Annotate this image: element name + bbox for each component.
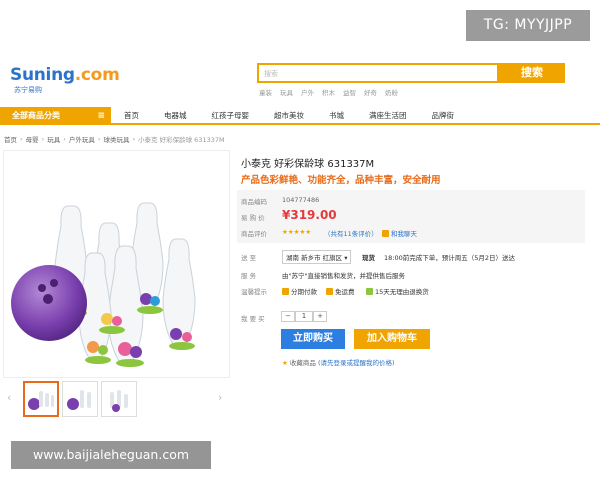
main-nav: 全部商品分类 ≡ 首页 电器城 红孩子母婴 超市美妆 书城 满座生活团 品牌街: [0, 107, 600, 125]
logo-text-orange: .com: [74, 65, 120, 85]
logo-subtitle: 苏宁易购: [14, 86, 42, 94]
code-label: 商品编码: [241, 198, 267, 206]
breadcrumb-item[interactable]: 户外玩具: [69, 134, 95, 144]
review-label: 商品评价: [241, 230, 267, 238]
tg-badge: TG: MYYJJPP: [466, 10, 590, 41]
free-shipping-icon: [326, 288, 333, 295]
menu-icon: ≡: [97, 111, 105, 121]
breadcrumb-item[interactable]: 母婴: [26, 134, 39, 144]
returns-icon: [366, 288, 373, 295]
breadcrumb-item[interactable]: 玩具: [47, 134, 60, 144]
hot-word[interactable]: 积木: [322, 87, 335, 97]
quantity-plus-button[interactable]: +: [313, 311, 327, 322]
search-input[interactable]: 搜索: [257, 63, 499, 83]
buy-now-button[interactable]: 立即购买: [281, 329, 345, 349]
price-label: 易 购 价: [241, 214, 265, 222]
tip-returns-label: 15天无理由退换货: [375, 288, 429, 296]
hot-word[interactable]: 户外: [301, 87, 314, 97]
nav-item-home[interactable]: 首页: [124, 107, 139, 125]
tip-installment-label: 分期付款: [291, 288, 317, 296]
thumbnail[interactable]: [101, 381, 137, 417]
quantity-stepper: − 1 +: [281, 311, 327, 322]
service-label: 服 务: [241, 272, 257, 280]
rating-stars: ★★★★★: [282, 228, 312, 236]
thumbnail[interactable]: [23, 381, 59, 417]
hot-words: 童装 玩具 户外 积木 益智 好奇 奶粉: [259, 87, 398, 97]
star-icon: ★: [282, 359, 288, 367]
hot-word[interactable]: 童装: [259, 87, 272, 97]
hot-word[interactable]: 玩具: [280, 87, 293, 97]
tip-free-shipping-label: 免运费: [335, 288, 355, 296]
hot-word[interactable]: 奶粉: [385, 87, 398, 97]
product-price: ¥319.00: [282, 208, 337, 222]
stock-status: 现货: [362, 254, 375, 262]
tip-returns: 15天无理由退换货: [366, 286, 429, 296]
tips-label: 温馨提示: [241, 288, 267, 296]
service-text: 由"苏宁"直接销售和发货，并提供售后服务: [282, 272, 405, 280]
tip-installment: 分期付款: [282, 286, 317, 296]
hot-word[interactable]: 益智: [343, 87, 356, 97]
nav-item-books[interactable]: 书城: [329, 107, 344, 125]
quantity-input[interactable]: 1: [295, 311, 313, 322]
region-select[interactable]: 湖南 新乡市 红旗区 ▾: [282, 250, 352, 264]
product-main-image[interactable]: [3, 150, 230, 378]
review-count-link[interactable]: （共有11条评价）: [324, 228, 378, 238]
all-categories-button[interactable]: 全部商品分类 ≡: [0, 107, 111, 125]
thumbnail[interactable]: [62, 381, 98, 417]
thumb-prev-arrow-icon[interactable]: ‹: [7, 391, 11, 404]
suning-logo[interactable]: Suning.com 苏宁易购: [10, 65, 120, 95]
delivery-note: 18:00前完成下单，预计周五（5月2日）送达: [384, 254, 516, 262]
favorite-note-link[interactable]: (请先登录或提醒我的价格): [318, 359, 395, 367]
tip-free-shipping: 免运费: [326, 286, 355, 296]
add-to-cart-button[interactable]: 加入购物车: [354, 329, 430, 349]
nav-item-baby[interactable]: 红孩子母婴: [212, 107, 250, 125]
hot-word[interactable]: 好奇: [364, 87, 377, 97]
nav-item-brands[interactable]: 品牌街: [432, 107, 455, 125]
installment-icon: [282, 288, 289, 295]
chat-link[interactable]: 和我聊天: [382, 228, 417, 238]
quantity-minus-button[interactable]: −: [281, 311, 295, 322]
favorite-button[interactable]: 收藏商品: [290, 359, 316, 367]
favorite-row: ★ 收藏商品 (请先登录或提醒我的价格): [282, 357, 395, 367]
product-promo: 产品色彩鲜艳、功能齐全，品种丰富，安全耐用: [241, 175, 441, 186]
watermark: www.baijialeheguan.com: [11, 441, 211, 469]
thumb-next-arrow-icon[interactable]: ›: [218, 391, 222, 404]
breadcrumb-item[interactable]: 首页: [4, 134, 17, 144]
breadcrumb-item[interactable]: 球类玩具: [103, 134, 129, 144]
breadcrumb-current: 小泰克 好彩保龄球 631337M: [138, 136, 225, 144]
product-code: 104777486: [282, 196, 320, 204]
nav-item-supermarket[interactable]: 超市美妆: [274, 107, 304, 125]
thumbnail-strip: ‹ ›: [3, 379, 230, 419]
chat-label: 和我聊天: [391, 230, 417, 238]
nav-item-group-buy[interactable]: 满座生活团: [369, 107, 407, 125]
search-button[interactable]: 搜索: [499, 63, 565, 83]
chat-icon: [382, 230, 389, 237]
product-title: 小泰克 好彩保龄球 631337M: [241, 159, 375, 170]
logo-text-blue: Suning: [10, 65, 75, 85]
delivery-label: 送 至: [241, 254, 257, 262]
quantity-label: 我 要 买: [241, 315, 265, 323]
nav-item-electronics[interactable]: 电器城: [164, 107, 187, 125]
breadcrumb: 首页 › 母婴 › 玩具 › 户外玩具 › 球类玩具 › 小泰克 好彩保龄球 631337…: [4, 134, 225, 144]
all-categories-label: 全部商品分类: [12, 111, 60, 120]
